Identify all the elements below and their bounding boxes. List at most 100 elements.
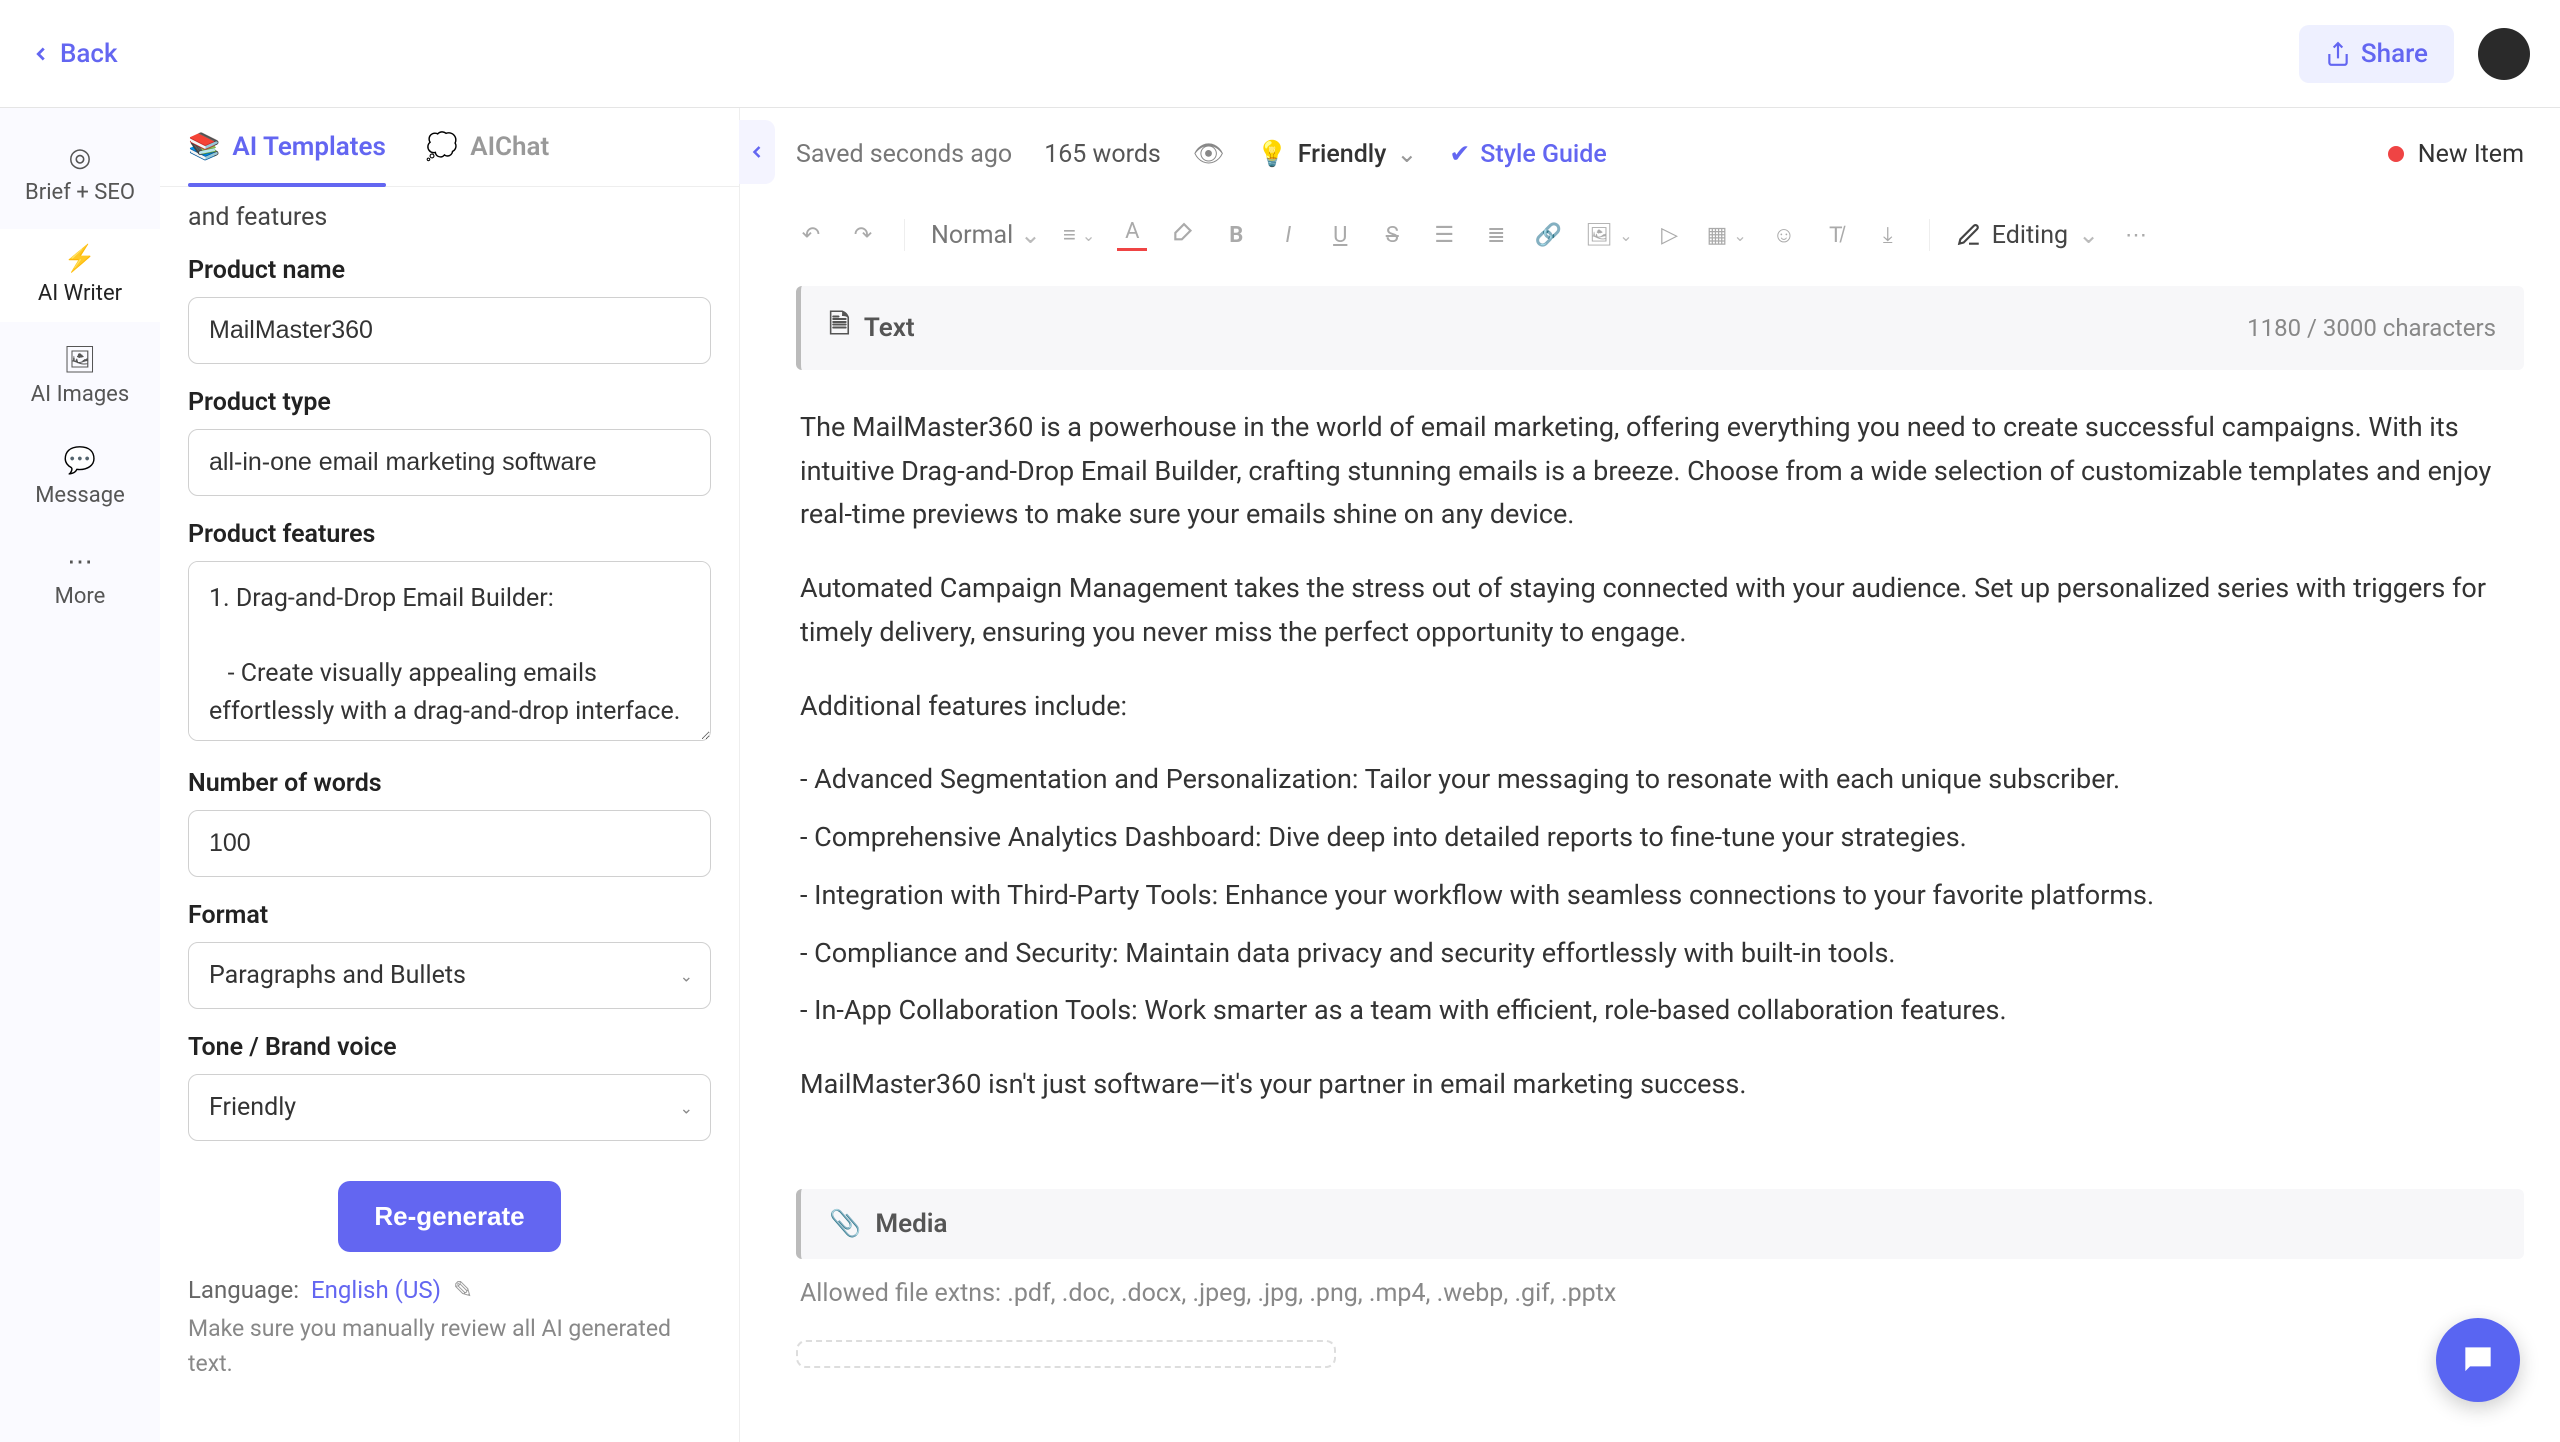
chat-bubble-icon: 💭 xyxy=(426,132,458,162)
bullet-list-button[interactable]: ☰ xyxy=(1429,223,1459,248)
rail-message[interactable]: 💬 Message xyxy=(0,431,160,524)
chevron-down-icon: ⌄ xyxy=(1020,220,1041,250)
language-prefix: Language: xyxy=(188,1276,299,1304)
label-product-features: Product features xyxy=(188,520,711,549)
link-button[interactable]: 🔗 xyxy=(1533,223,1563,248)
paragraph: Additional features include: xyxy=(800,685,2520,729)
image-insert-button[interactable]: 🖼 ⌄ xyxy=(1585,223,1632,248)
align-button[interactable]: ≡ ⌄ xyxy=(1063,222,1095,248)
tab-ai-templates[interactable]: 📚 AI Templates xyxy=(188,108,386,186)
input-product-type[interactable] xyxy=(188,429,711,496)
tab-label: AIChat xyxy=(470,132,549,162)
chevron-left-icon xyxy=(747,142,767,162)
text-color-button[interactable]: A xyxy=(1117,219,1147,251)
editor-toolbar: ↶ ↷ Normal ⌄ ≡ ⌄ A B I U S ☰ ≣ 🔗 🖼 ⌄ ▷ ▦… xyxy=(796,200,2524,270)
video-insert-button[interactable]: ▷ xyxy=(1655,223,1685,248)
avatar[interactable] xyxy=(2478,28,2530,80)
rail-label: Brief + SEO xyxy=(25,180,135,205)
label-product-type: Product type xyxy=(188,388,711,417)
media-card-title: Media xyxy=(875,1209,947,1239)
eye-icon[interactable]: 👁 xyxy=(1193,140,1225,169)
select-tone[interactable]: Friendly xyxy=(188,1074,711,1141)
editor-top-right: New Item xyxy=(2388,140,2524,169)
edit-icon[interactable]: ✎ xyxy=(453,1276,473,1304)
numbered-list-button[interactable]: ≣ xyxy=(1481,223,1511,248)
target-icon: ◎ xyxy=(66,144,94,172)
emoji-button[interactable]: ☺ xyxy=(1769,222,1799,248)
chevron-down-icon: ⌄ xyxy=(1733,226,1746,245)
divider xyxy=(1929,219,1930,251)
block-style-select[interactable]: Normal ⌄ xyxy=(931,220,1041,250)
undo-button[interactable]: ↶ xyxy=(796,223,826,248)
bullet-line: - Compliance and Security: Maintain data… xyxy=(800,932,2520,976)
share-label: Share xyxy=(2361,39,2428,69)
editing-mode-label: Editing xyxy=(1992,221,2068,250)
bullet-line: - In-App Collaboration Tools: Work smart… xyxy=(800,989,2520,1033)
media-upload-dropzone[interactable] xyxy=(796,1340,1336,1368)
bolt-icon: ⚡ xyxy=(66,245,94,273)
block-style-label: Normal xyxy=(931,221,1013,250)
review-note: Make sure you manually review all AI gen… xyxy=(188,1312,711,1381)
italic-button[interactable]: I xyxy=(1273,223,1303,248)
paperclip-icon: 📎 xyxy=(829,1209,861,1239)
label-format: Format xyxy=(188,901,711,930)
editor-top-row: Saved seconds ago 165 words 👁 💡 Friendly… xyxy=(796,108,2524,200)
more-button[interactable]: ⋯ xyxy=(2121,223,2151,248)
style-guide-label: Style Guide xyxy=(1480,140,1606,169)
language-link[interactable]: English (US) xyxy=(311,1276,441,1304)
document-body[interactable]: The MailMaster360 is a powerhouse in the… xyxy=(796,370,2524,1173)
side-body: and features Product name Product type P… xyxy=(160,187,739,1442)
label-num-words: Number of words xyxy=(188,769,711,798)
text-card: 🗎 Text 1180 / 3000 characters The MailMa… xyxy=(796,286,2524,1173)
text-card-header: 🗎 Text 1180 / 3000 characters xyxy=(796,286,2524,370)
checkmark-circle-icon: ✔ xyxy=(1449,139,1470,169)
share-button[interactable]: Share xyxy=(2299,25,2454,83)
bold-button[interactable]: B xyxy=(1221,223,1251,248)
rail-label: AI Images xyxy=(31,382,129,407)
pencil-icon xyxy=(1956,222,1982,248)
input-num-words[interactable] xyxy=(188,810,711,877)
select-format[interactable]: Paragraphs and Bullets xyxy=(188,942,711,1009)
chevron-down-icon: ⌄ xyxy=(680,1098,693,1117)
chat-fab[interactable] xyxy=(2436,1318,2520,1402)
underline-button[interactable]: U xyxy=(1325,223,1355,248)
paragraph: MailMaster360 isn't just software—it's y… xyxy=(800,1063,2520,1107)
top-bar: Back Share xyxy=(0,0,2560,108)
rail-more[interactable]: ⋯ More xyxy=(0,532,160,625)
strikethrough-button[interactable]: S xyxy=(1377,223,1407,248)
chevron-down-icon: ⌄ xyxy=(1396,139,1417,169)
select-value: Paragraphs and Bullets xyxy=(209,961,466,990)
rail-ai-images[interactable]: 🖼 AI Images xyxy=(0,330,160,423)
input-product-features[interactable] xyxy=(188,561,711,741)
tab-ai-chat[interactable]: 💭 AIChat xyxy=(426,108,549,186)
side-panel: 📚 AI Templates 💭 AIChat and features Pro… xyxy=(160,108,740,1442)
chevron-down-icon: ⌄ xyxy=(680,966,693,985)
highlight-button[interactable] xyxy=(1169,222,1199,248)
chevron-left-icon xyxy=(30,43,52,65)
editing-mode-select[interactable]: Editing ⌄ xyxy=(1956,220,2099,250)
share-icon xyxy=(2325,41,2351,67)
input-product-name[interactable] xyxy=(188,297,711,364)
divider xyxy=(904,219,905,251)
clear-format-button[interactable]: T̸ xyxy=(1821,222,1851,248)
download-button[interactable]: ⤓ xyxy=(1873,223,1903,248)
back-button[interactable]: Back xyxy=(30,39,118,69)
select-value: Friendly xyxy=(209,1093,296,1122)
label-tone: Tone / Brand voice xyxy=(188,1033,711,1062)
style-guide-button[interactable]: ✔ Style Guide xyxy=(1449,139,1606,169)
image-icon: 🖼 xyxy=(66,346,94,374)
tone-indicator[interactable]: 💡 Friendly ⌄ xyxy=(1257,139,1418,169)
rail-ai-writer[interactable]: ⚡ AI Writer xyxy=(0,229,160,322)
chevron-down-icon: ⌄ xyxy=(2078,220,2099,250)
redo-button[interactable]: ↷ xyxy=(848,223,878,248)
table-insert-button[interactable]: ▦ ⌄ xyxy=(1707,223,1747,248)
chevron-down-icon: ⌄ xyxy=(1619,226,1632,245)
rail-label: Message xyxy=(35,483,125,508)
regenerate-button[interactable]: Re-generate xyxy=(338,1181,560,1252)
rail-label: More xyxy=(55,584,106,609)
rail-brief-seo[interactable]: ◎ Brief + SEO xyxy=(0,128,160,221)
tab-label: AI Templates xyxy=(232,132,385,162)
templates-icon: 📚 xyxy=(188,132,220,162)
collapse-panel-button[interactable] xyxy=(739,120,775,184)
status-label: New Item xyxy=(2418,140,2524,169)
